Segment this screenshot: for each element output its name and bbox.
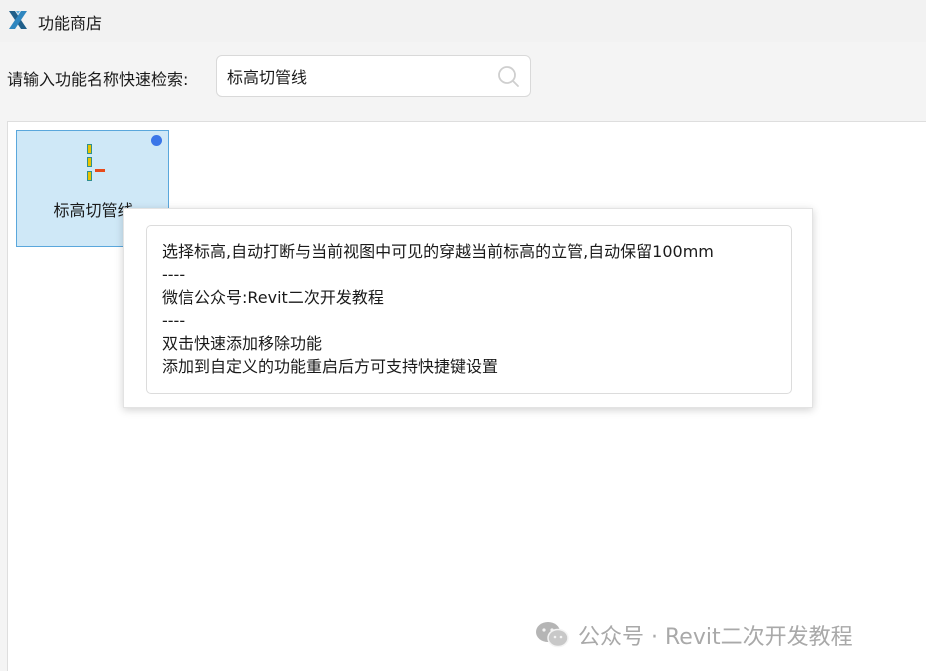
tooltip-wechat: 微信公众号:Revit二次开发教程 bbox=[162, 288, 384, 307]
tooltip-hint-add-remove: 双击快速添加移除功能 bbox=[162, 334, 323, 353]
tooltip-description: 选择标高,自动打断与当前视图中可见的穿越当前标高的立管,自动保留100mm bbox=[162, 242, 714, 261]
app-logo-icon bbox=[9, 11, 27, 29]
tooltip-separator: ---- bbox=[162, 311, 186, 330]
search-input[interactable] bbox=[227, 56, 487, 96]
tooltip: 选择标高,自动打断与当前视图中可见的穿越当前标高的立管,自动保留100mm --… bbox=[123, 208, 813, 408]
window-title: 功能商店 bbox=[38, 14, 103, 33]
tooltip-content: 选择标高,自动打断与当前视图中可见的穿越当前标高的立管,自动保留100mm --… bbox=[146, 225, 792, 394]
search-box[interactable] bbox=[216, 55, 531, 97]
tooltip-separator: ---- bbox=[162, 265, 186, 284]
pipe-cut-icon bbox=[87, 144, 105, 181]
search-icon[interactable] bbox=[496, 64, 520, 88]
watermark-text: 公众号 · Revit二次开发教程 bbox=[578, 625, 853, 650]
status-badge bbox=[151, 135, 162, 146]
watermark: 公众号 · Revit二次开发教程 bbox=[534, 619, 853, 651]
search-row: 请输入功能名称快速检索: bbox=[0, 42, 926, 114]
title-bar: 功能商店 bbox=[0, 0, 926, 42]
wechat-icon bbox=[536, 622, 569, 648]
search-label: 请输入功能名称快速检索: bbox=[7, 70, 189, 89]
tooltip-hint-shortcut: 添加到自定义的功能重启后方可支持快捷键设置 bbox=[162, 357, 499, 376]
